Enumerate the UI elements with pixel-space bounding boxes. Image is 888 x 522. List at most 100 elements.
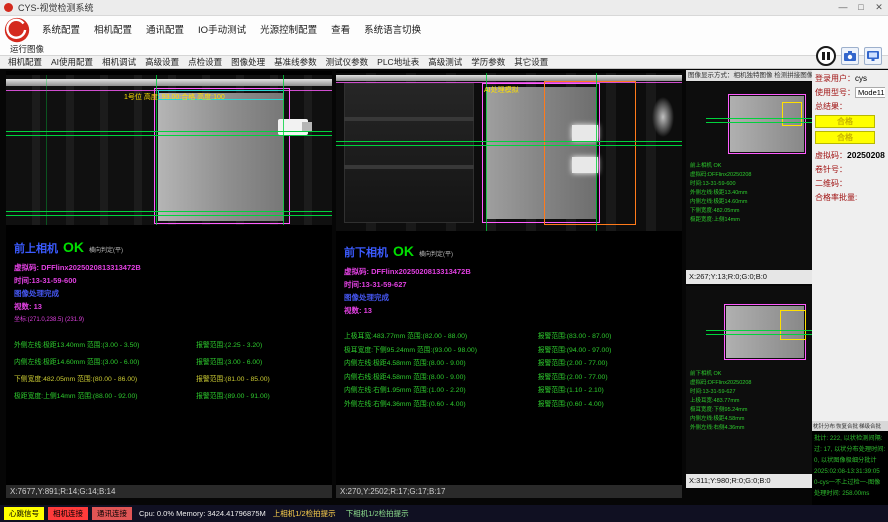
result-label: 总结果： <box>815 102 847 111</box>
roi-outline-orange <box>544 81 636 225</box>
tab-highlight <box>572 125 598 141</box>
stats-lines: 批计: 222, 以状检测间隔:过: 17, 以状分布处理时间:0, 以状图像极… <box>812 431 888 501</box>
measurement-row: 极耳宽度:下侧95.24mm 范围:(93.00 - 98.00) 报警范围:(… <box>344 344 678 358</box>
measurement-row: 内侧左线:右侧1.95mm 范围:(1.00 - 2.20) 报警范围:(1.1… <box>344 384 678 398</box>
camera-image-front-top[interactable]: 1号位 高度: 93.00:合格 高度:100 <box>6 75 332 225</box>
cpu-memory-readout: Cpu: 0.0% Memory: 3424.41796875M <box>139 509 266 518</box>
camera-mode-label: 上相机1/2检拍提示 <box>273 508 336 519</box>
barcode-label: 虚拟码： <box>815 151 847 160</box>
toolbar-item[interactable]: 高级测试 <box>428 56 462 68</box>
stats-line: 0, 以状图像极细分批计 <box>814 455 886 466</box>
toolbar-item[interactable]: 高级设置 <box>145 56 179 68</box>
menu-item[interactable]: IO手动测试 <box>198 22 246 36</box>
toolbar-item[interactable]: AI使用配置 <box>51 56 93 68</box>
measurement-row: 内侧左线:极距14.60mm 范围:(3.00 - 6.00) 报警范围:(3.… <box>14 354 328 371</box>
thumbnail-view-2: 前下相机 OK虚拟码:DFFlinx20250208时间:13-31-59-62… <box>686 286 812 488</box>
camera-view-front-bottom: AI处理模拟 前下相机OK横向判定(平) 虚拟码: DFFlinx2025020… <box>336 71 682 498</box>
brand-logo-icon <box>4 17 30 43</box>
model-label: 使用型号： <box>815 88 855 97</box>
status-ok: OK <box>393 243 414 259</box>
ai-overlay-label: AI处理模拟 <box>484 85 519 95</box>
minimize-button[interactable]: — <box>834 0 852 15</box>
tab-run-image[interactable]: 运行图像 <box>10 43 44 55</box>
menu-item[interactable]: 光源控制配置 <box>260 22 317 36</box>
machine-structure <box>344 83 474 223</box>
model-value[interactable]: Mode11 <box>855 87 885 98</box>
toolbar-item[interactable]: 学历参数 <box>471 56 505 68</box>
camera-image-front-bottom[interactable]: AI处理模拟 <box>336 73 682 231</box>
result-text-front-top: 前上相机 OK 横向判定(平) 虚拟码: DFFlinx20250208133134… <box>14 239 328 405</box>
tab-row: 运行图像 <box>0 42 888 55</box>
stats-line: 2025:02:08-13:31:39:05 <box>814 466 886 477</box>
measurement-list: 上极耳宽:483.77mm 范围:(82.00 - 88.00) 报警范围:(8… <box>344 330 678 411</box>
user-label: 登录用户： <box>815 74 855 83</box>
capture-button[interactable] <box>841 47 859 65</box>
tab-highlight <box>572 157 598 173</box>
time-line: 时间:13-31-59-600 <box>14 275 328 286</box>
status-note: 横向判定(平) <box>89 248 123 254</box>
app-icon <box>4 3 13 12</box>
status-note: 横向判定(平) <box>419 252 453 258</box>
stats-line: 处理时间: 258.00ms <box>814 488 886 499</box>
process-line: 图像处理完成 <box>14 288 328 299</box>
result-badge: 合格 <box>815 131 875 144</box>
display-mode-label: 图像显示方式：相机独特图像 检测拼接图像 <box>686 70 812 81</box>
stats-line: 批计: 222, 以状检测间隔: <box>814 433 886 444</box>
measurement-row: 极距宽度:上侧14mm 范围:(88.00 - 92.00) 报警范围:(89.… <box>14 388 328 405</box>
menu-item[interactable]: 查看 <box>331 22 350 36</box>
measurement-row: 外侧左线:右侧4.36mm 范围:(0.60 - 4.00) 报警范围:(0.6… <box>344 398 678 412</box>
measurement-row: 上极耳宽:483.77mm 范围:(82.00 - 88.00) 报警范围:(8… <box>344 330 678 344</box>
menu-bar: 系统配置相机配置通讯配置 IO手动测试光源控制配置查看系统语言切换 <box>0 16 888 42</box>
maximize-button[interactable]: □ <box>852 0 870 15</box>
statistics-panel: 枕针分布恢复合批梯级合批 批计: 222, 以状检测间隔:过: 17, 以状分布… <box>812 421 888 505</box>
title-bar: CYS-视觉检测系统 — □ ✕ <box>0 0 888 16</box>
camera-name: 前上相机 <box>14 243 58 255</box>
status-ok: OK <box>63 239 84 255</box>
pixel-coordinate-readout: X:7677,Y:891;R:14;G:14;B:14 <box>6 485 332 498</box>
menu-item[interactable]: 系统配置 <box>42 22 80 36</box>
toolbar-item[interactable]: 相机配置 <box>8 56 42 68</box>
toolbar-item[interactable]: PLC地址表 <box>377 56 419 68</box>
reflection-glow <box>652 97 674 137</box>
status-bar: 心跳信号相机连接通讯连接 Cpu: 0.0% Memory: 3424.4179… <box>0 505 888 522</box>
sidebar: 登录用户：cys 使用型号：Mode11 总结果： 合格合格 虚拟码：20250… <box>812 70 888 505</box>
close-button[interactable]: ✕ <box>870 0 888 15</box>
toolbar-item[interactable]: 测试仪参数 <box>326 56 369 68</box>
thumbnail-image-1[interactable]: 前上相机 OK虚拟码:DFFlinx20250208时间:13-31-59-60… <box>686 82 812 270</box>
thumbnail-image-2[interactable]: 前下相机 OK虚拟码:DFFlinx20250208时间:13-31-59-62… <box>686 286 812 474</box>
menu-item[interactable]: 相机配置 <box>94 22 132 36</box>
measurement-list: 外侧左线:极距13.40mm 范围:(3.00 - 3.50) 报警范围:(2.… <box>14 337 328 405</box>
user-value: cys <box>855 74 867 83</box>
count-line: 视数: 13 <box>14 301 328 312</box>
status-chip: 相机连接 <box>48 507 88 520</box>
process-line: 图像处理完成 <box>344 292 678 303</box>
thumbnail-text-lines: 前下相机 OK虚拟码:DFFlinx20250208时间:13-31-59-62… <box>690 370 751 433</box>
thumbnail-view-1: 前上相机 OK虚拟码:DFFlinx20250208时间:13-31-59-60… <box>686 82 812 284</box>
toolbar-item[interactable]: 图像处理 <box>231 56 265 68</box>
stats-tab[interactable]: 枕针分布 <box>813 422 835 430</box>
app-window: CYS-视觉检测系统 — □ ✕ 系统配置相机配置通讯配置IO手动测试光源控制配… <box>0 0 888 522</box>
toolbar-item[interactable]: 相机调试 <box>102 56 136 68</box>
stats-tab[interactable]: 梯级合批 <box>859 422 881 430</box>
count-line: 视数: 13 <box>344 305 678 316</box>
barcode-line: 虚拟码: DFFlinx2025020813313472B <box>14 262 328 273</box>
stats-tab[interactable]: 恢复合批 <box>836 422 858 430</box>
toolbar-item[interactable]: 其它设置 <box>514 56 548 68</box>
thumbnail-text-lines: 前上相机 OK虚拟码:DFFlinx20250208时间:13-31-59-60… <box>690 162 751 225</box>
status-chip: 通讯连接 <box>92 507 132 520</box>
menu-item[interactable]: 系统语言切换 <box>364 22 421 36</box>
camera-mode-label: 下相机1/2检拍提示 <box>346 508 409 519</box>
camera-mode-labels: 上相机1/2检拍提示下相机1/2检拍提示 <box>273 508 409 519</box>
status-chip: 心跳信号 <box>4 507 44 520</box>
toolbar-item[interactable]: 基准线参数 <box>274 56 317 68</box>
result-text-front-bottom: 前下相机OK横向判定(平) 虚拟码: DFFlinx20250208133134… <box>344 243 678 411</box>
measurement-row: 外侧左线:极距13.40mm 范围:(3.00 - 3.50) 报警范围:(2.… <box>14 337 328 354</box>
roi-outline-yellow <box>780 310 806 340</box>
menu-item[interactable]: 通讯配置 <box>146 22 184 36</box>
toolbar-item[interactable]: 点检设置 <box>188 56 222 68</box>
pause-button[interactable] <box>816 46 836 66</box>
display-button[interactable] <box>864 47 882 65</box>
pixel-coordinate-readout: X:311;Y:980;R:0;G:0;B:0 <box>686 474 812 488</box>
quick-controls <box>816 44 882 68</box>
measurement-row: 内侧右线:极距4.58mm 范围:(8.00 - 9.00) 报警范围:(2.0… <box>344 371 678 385</box>
